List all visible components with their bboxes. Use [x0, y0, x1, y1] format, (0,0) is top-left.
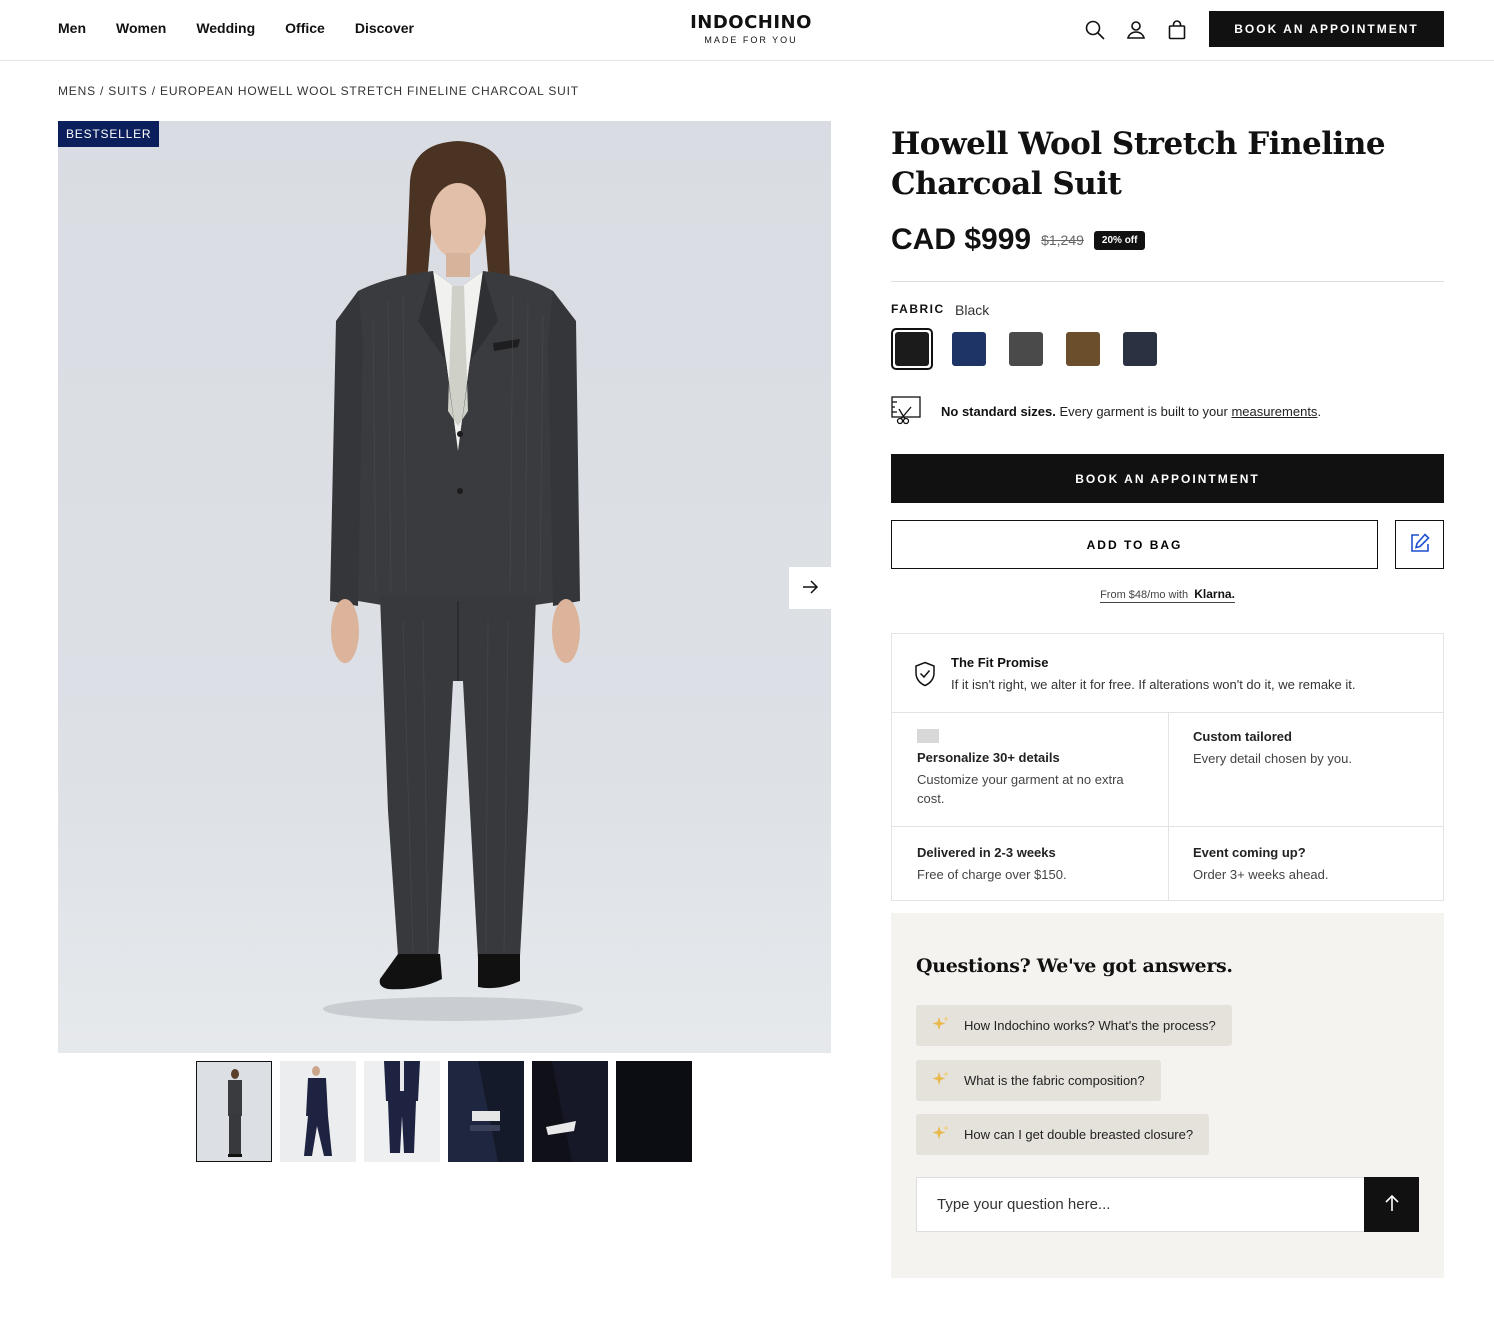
bag-icon[interactable]: [1166, 19, 1188, 41]
gallery-thumbnails: [196, 1061, 692, 1162]
fabric-selected: Black: [955, 302, 990, 318]
tailoring-icon: [891, 395, 921, 428]
no-sizes-end: .: [1317, 404, 1322, 419]
discount-badge: 20% off: [1093, 230, 1146, 250]
nav-office[interactable]: Office: [285, 20, 325, 36]
feature-text: Order 3+ weeks ahead.: [1193, 867, 1329, 882]
original-price: $1,249: [1041, 232, 1084, 248]
feature-personalize: Personalize 30+ details Customize your g…: [917, 729, 1137, 808]
questions-title: Questions? We've got answers.: [916, 955, 1233, 977]
logo-brand: INDOCHINO: [690, 12, 812, 33]
no-standard-sizes-note: No standard sizes. Every garment is buil…: [891, 395, 1444, 428]
features-vertical-divider: [1168, 713, 1169, 900]
feature-text: Every detail chosen by you.: [1193, 751, 1352, 766]
feature-event: Event coming up? Order 3+ weeks ahead.: [1193, 845, 1423, 884]
question-text: How can I get double breasted closure?: [964, 1127, 1194, 1142]
features-horizontal-divider: [892, 826, 1443, 827]
question-text: What is the fabric composition?: [964, 1073, 1145, 1088]
features-panel: The Fit Promise If it isn't right, we al…: [891, 633, 1444, 901]
question-text: How Indochino works? What's the process?: [964, 1018, 1216, 1033]
add-to-bag-button[interactable]: ADD TO BAG: [891, 520, 1378, 569]
shield-check-icon: [914, 661, 936, 692]
site-logo[interactable]: INDOCHINO MADE FOR YOU: [651, 12, 851, 45]
feature-title: Personalize 30+ details: [917, 750, 1060, 765]
measurements-link[interactable]: measurements: [1231, 404, 1317, 419]
logo-tagline: MADE FOR YOU: [704, 35, 798, 45]
feature-title: Custom tailored: [1193, 729, 1292, 744]
nav-discover[interactable]: Discover: [355, 20, 414, 36]
swatch-black[interactable]: [891, 328, 933, 370]
current-price: CAD $999: [891, 223, 1032, 256]
product-title: Howell Wool Stretch Fineline Charcoal Su…: [891, 126, 1386, 202]
search-icon[interactable]: [1084, 19, 1106, 41]
model-photo: [323, 141, 583, 1021]
feature-title: Event coming up?: [1193, 845, 1306, 860]
thumbnail-4[interactable]: [448, 1061, 524, 1162]
fit-promise-text: If it isn't right, we alter it for free.…: [951, 677, 1356, 692]
price-row: CAD $999 $1,249 20% off: [891, 223, 1146, 257]
fit-promise: The Fit Promise If it isn't right, we al…: [892, 634, 1443, 713]
swatch-brown[interactable]: [1062, 328, 1104, 370]
breadcrumb[interactable]: MENS / SUITS / EUROPEAN HOWELL WOOL STRE…: [58, 84, 579, 98]
swatch-dark-navy[interactable]: [1119, 328, 1161, 370]
thumbnail-6[interactable]: [616, 1061, 692, 1162]
question-input[interactable]: [916, 1177, 1364, 1232]
swatch-navy[interactable]: [948, 328, 990, 370]
feature-delivery: Delivered in 2-3 weeks Free of charge ov…: [917, 845, 1147, 884]
swatch-charcoal[interactable]: [1005, 328, 1047, 370]
swatch-chip: [1009, 332, 1043, 366]
thumbnail-2[interactable]: [280, 1061, 356, 1162]
arrow-up-icon: [1383, 1194, 1401, 1215]
no-sizes-bold: No standard sizes.: [941, 404, 1056, 419]
arrow-right-icon: [801, 578, 819, 599]
questions-panel: Questions? We've got answers. How Indoch…: [891, 913, 1444, 1278]
klarna-financing[interactable]: From $48/mo with Klarna.: [891, 587, 1444, 603]
account-icon[interactable]: [1125, 19, 1147, 41]
sparkle-icon: [932, 1070, 950, 1091]
swatch-chip: [1123, 332, 1157, 366]
divider: [891, 281, 1444, 282]
question-chip-process[interactable]: How Indochino works? What's the process?: [916, 1005, 1232, 1046]
feature-custom-tailored: Custom tailored Every detail chosen by y…: [1193, 729, 1423, 768]
thumbnail-3[interactable]: [364, 1061, 440, 1162]
feature-text: Free of charge over $150.: [917, 867, 1067, 882]
book-appointment-header-button[interactable]: BOOK AN APPOINTMENT: [1209, 11, 1444, 47]
gallery-next-button[interactable]: [789, 567, 831, 609]
site-header: Men Women Wedding Office Discover INDOCH…: [0, 0, 1494, 61]
question-form: [916, 1177, 1419, 1232]
nav-wedding[interactable]: Wedding: [196, 20, 255, 36]
main-nav: Men Women Wedding Office Discover: [58, 20, 414, 36]
submit-question-button[interactable]: [1364, 1177, 1419, 1232]
sparkle-icon: [932, 1124, 950, 1145]
bestseller-badge: BESTSELLER: [58, 121, 160, 147]
fit-promise-title: The Fit Promise: [951, 655, 1049, 670]
thumbnail-1[interactable]: [196, 1061, 272, 1162]
klarna-brand: Klarna.: [1194, 587, 1235, 601]
book-appointment-button[interactable]: BOOK AN APPOINTMENT: [891, 454, 1444, 503]
customize-button[interactable]: [1395, 520, 1444, 569]
no-sizes-text: No standard sizes. Every garment is buil…: [941, 404, 1321, 419]
fabric-swatches: [891, 328, 1161, 370]
edit-icon: [1409, 532, 1431, 557]
swatch-chip: [952, 332, 986, 366]
nav-men[interactable]: Men: [58, 20, 86, 36]
fabric-label: FABRIC: [891, 302, 945, 316]
feature-text: Customize your garment at no extra cost.: [917, 772, 1124, 806]
swatch-chip: [1066, 332, 1100, 366]
thumbnail-5[interactable]: [532, 1061, 608, 1162]
klarna-link: From $48/mo with Klarna.: [1100, 587, 1235, 603]
question-chip-fabric[interactable]: What is the fabric composition?: [916, 1060, 1161, 1101]
klarna-text: From $48/mo with: [1100, 589, 1189, 601]
product-hero-image[interactable]: BESTSELLER: [58, 121, 831, 1053]
swatch-chip: [895, 332, 929, 366]
sparkle-icon: [932, 1015, 950, 1036]
nav-women[interactable]: Women: [116, 20, 166, 36]
feature-title: Delivered in 2-3 weeks: [917, 845, 1056, 860]
question-chip-double-breasted[interactable]: How can I get double breasted closure?: [916, 1114, 1210, 1155]
personalize-image-placeholder: [917, 729, 939, 743]
no-sizes-body: Every garment is built to your: [1055, 404, 1232, 419]
